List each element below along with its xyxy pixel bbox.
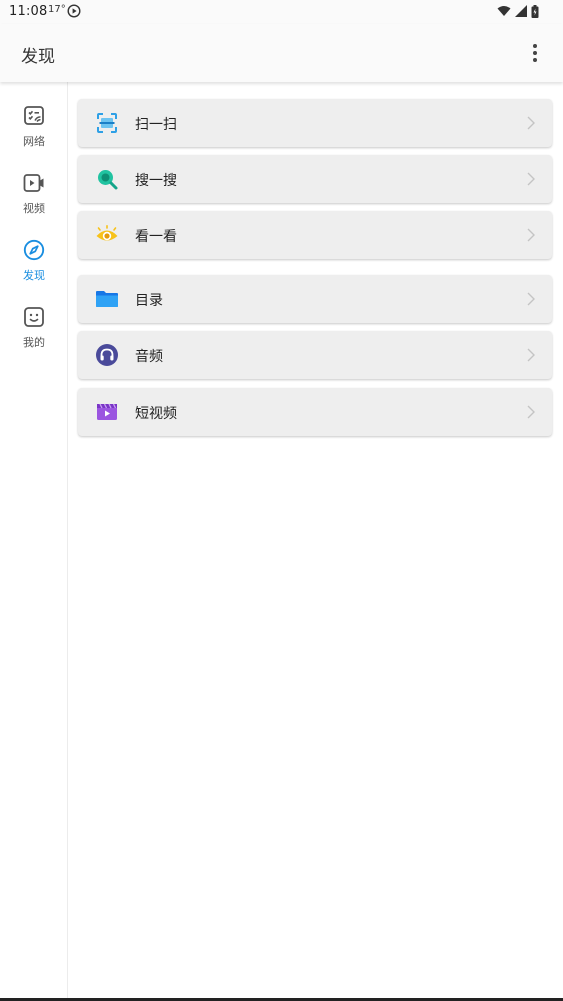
discover-list: 扫一扫 搜一搜 看一看 目录 音频 短视频 <box>68 82 563 1001</box>
list-item-look[interactable]: 看一看 <box>78 211 552 259</box>
chevron-right-icon <box>527 405 535 419</box>
more-vert-icon[interactable] <box>524 42 546 64</box>
sidebar-item-mine[interactable]: 我的 <box>0 305 68 361</box>
folder-icon <box>96 291 118 307</box>
list-item-search[interactable]: 搜一搜 <box>78 155 552 203</box>
sidebar-item-network[interactable]: 网络 <box>0 104 68 160</box>
list-item-label: 目录 <box>135 293 163 309</box>
sidebar-item-label: 发现 <box>23 269 45 282</box>
list-item-label: 短视频 <box>135 406 177 422</box>
play-circle-icon <box>67 4 81 18</box>
list-item-label: 音频 <box>135 349 163 365</box>
search-icon <box>98 170 118 190</box>
chevron-right-icon <box>527 292 535 306</box>
chevron-right-icon <box>527 172 535 186</box>
headphones-icon <box>96 344 118 366</box>
compass-icon <box>23 239 45 261</box>
list-item-scan[interactable]: 扫一扫 <box>78 99 552 147</box>
short-video-icon <box>97 403 117 420</box>
app-bar: 发现 <box>0 24 563 82</box>
page-title: 发现 <box>21 47 55 67</box>
smile-face-icon <box>24 307 44 327</box>
video-icon <box>23 174 44 192</box>
list-item-short-video[interactable]: 短视频 <box>78 388 552 436</box>
list-item-label: 看一看 <box>135 229 177 245</box>
eye-icon <box>96 225 118 241</box>
sidebar-item-label: 视频 <box>23 202 45 215</box>
chevron-right-icon <box>527 116 535 130</box>
sidebar-item-label: 我的 <box>23 336 45 349</box>
status-temperature: 17° <box>48 4 66 15</box>
status-bar: 11:08 17° <box>0 0 563 24</box>
list-item-label: 扫一扫 <box>135 117 177 133</box>
sidebar-item-discover[interactable]: 发现 <box>0 238 68 294</box>
signal-icon <box>515 5 527 17</box>
status-icons <box>497 4 539 18</box>
wifi-icon <box>497 6 511 16</box>
list-item-directory[interactable]: 目录 <box>78 275 552 323</box>
chevron-right-icon <box>527 228 535 242</box>
list-item-label: 搜一搜 <box>135 173 177 189</box>
chevron-right-icon <box>527 348 535 362</box>
sidebar-item-video[interactable]: 视频 <box>0 171 68 227</box>
battery-icon <box>531 4 539 18</box>
list-item-audio[interactable]: 音频 <box>78 331 552 379</box>
sidebar-nav: 网络 视频 发现 我的 <box>0 82 68 1001</box>
network-list-icon <box>24 106 44 125</box>
sidebar-item-label: 网络 <box>23 135 45 148</box>
status-time: 11:08 <box>9 4 48 19</box>
scan-icon <box>97 113 117 133</box>
